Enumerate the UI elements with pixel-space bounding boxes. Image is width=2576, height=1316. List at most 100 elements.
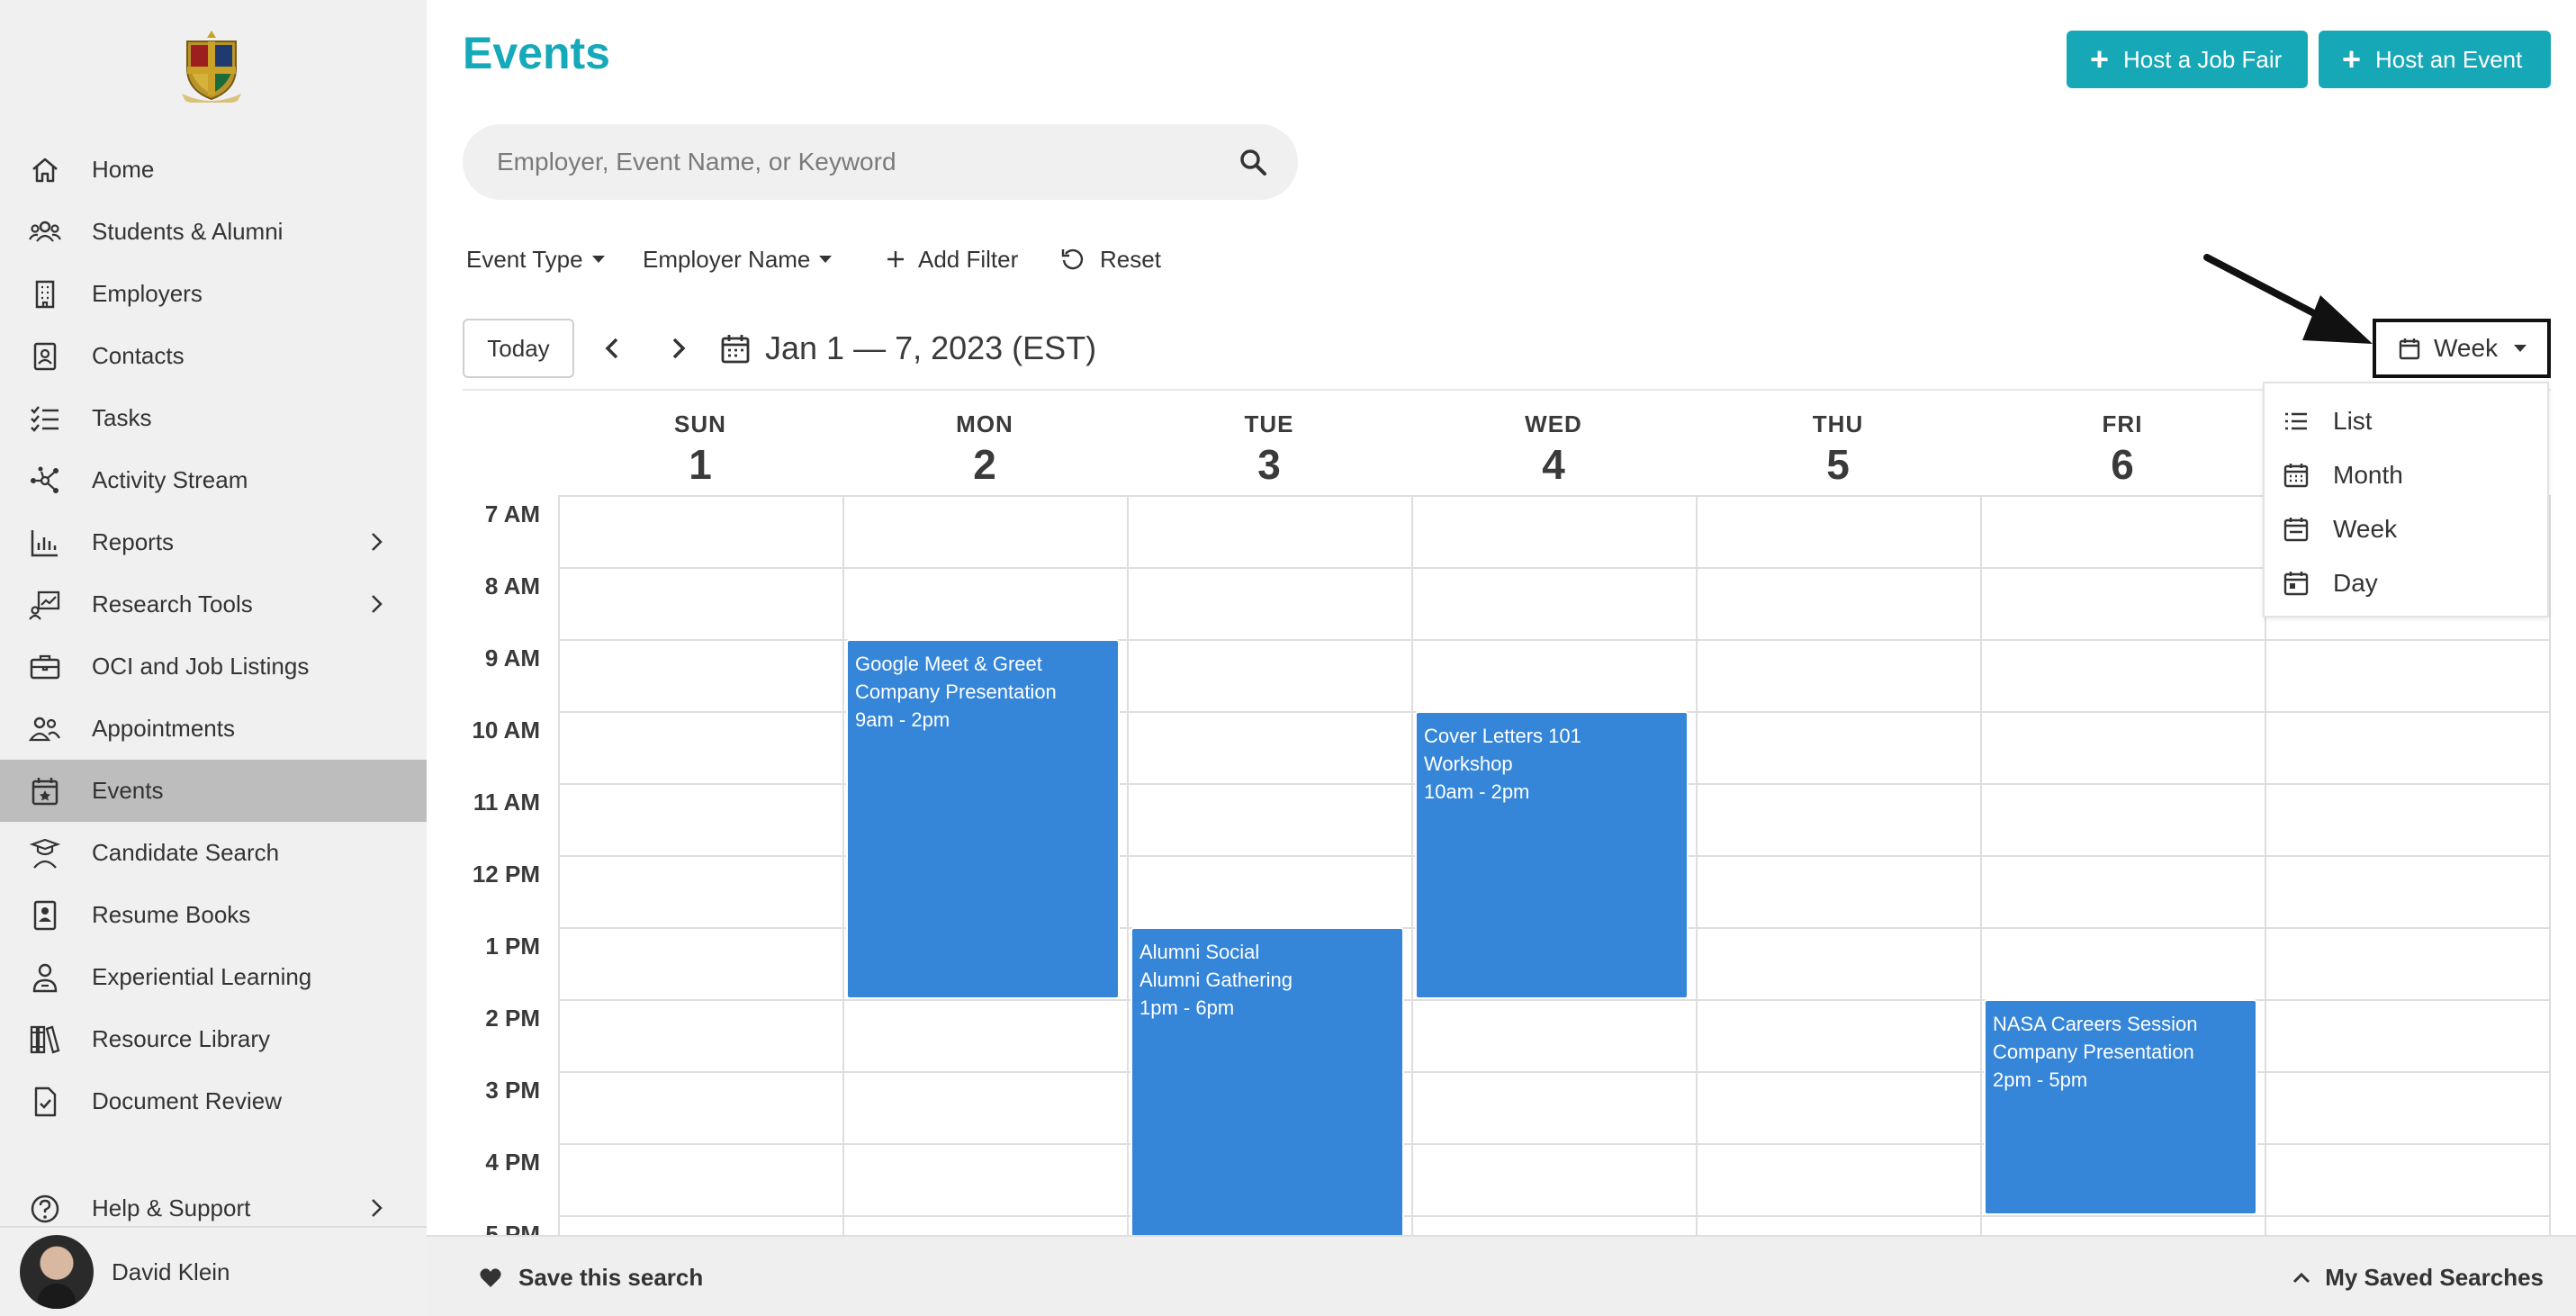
previous-week-button[interactable] — [598, 333, 628, 364]
sidebar-item-label: Experiential Learning — [92, 963, 312, 990]
calendar-event[interactable]: Cover Letters 101 Workshop 10am - 2pm — [1415, 711, 1689, 999]
contact-card-icon — [27, 338, 63, 374]
sidebar-item-label: OCI and Job Listings — [92, 653, 310, 680]
host-event-label: Host an Event — [2375, 45, 2523, 73]
view-select[interactable]: Week — [2373, 319, 2551, 378]
help-circle-icon — [27, 1191, 63, 1227]
date-range-label: Jan 1 — 7, 2023 (EST) — [765, 329, 1097, 366]
sidebar-item-resource-library[interactable]: Resource Library — [0, 1008, 427, 1070]
search-box — [463, 124, 1298, 200]
books-icon — [27, 1022, 63, 1058]
time-label: 3 PM — [485, 1077, 540, 1104]
event-type-filter[interactable]: Event Type — [466, 241, 605, 277]
save-search-button[interactable]: Save this search — [479, 1264, 703, 1292]
sidebar-item-events[interactable]: Events — [0, 760, 427, 822]
sidebar-item-tasks[interactable]: Tasks — [0, 387, 427, 449]
day-header: THU 5 — [1696, 410, 1980, 489]
sidebar-item-label: Resume Books — [92, 901, 251, 928]
time-label: 5 PM — [485, 1221, 540, 1235]
sidebar-item-contacts[interactable]: Contacts — [0, 325, 427, 387]
briefcase-icon — [27, 649, 63, 685]
search-icon[interactable] — [1238, 148, 1267, 176]
sidebar-item-document-review[interactable]: Document Review — [0, 1070, 427, 1132]
document-check-icon — [27, 1084, 63, 1120]
view-option-month[interactable]: Month — [2265, 448, 2547, 502]
event-time: 1pm - 6pm — [1139, 996, 1235, 1019]
view-option-week[interactable]: Week — [2265, 502, 2547, 556]
research-chart-icon — [27, 587, 63, 623]
view-option-day[interactable]: Day — [2265, 556, 2547, 610]
sidebar-item-research-tools[interactable]: Research Tools — [0, 573, 427, 635]
day-date: 5 — [1826, 441, 1850, 488]
day-header: FRI 6 — [1980, 410, 2265, 489]
view-option-list[interactable]: List — [2265, 394, 2547, 448]
sidebar-item-label: Events — [92, 777, 164, 804]
time-label: 2 PM — [485, 1005, 540, 1032]
calendar-icon — [2399, 338, 2420, 360]
sidebar-item-label: Appointments — [92, 715, 235, 742]
sidebar-item-oci-job-listings[interactable]: OCI and Job Listings — [0, 635, 427, 698]
sidebar-item-employers[interactable]: Employers — [0, 263, 427, 325]
sidebar-item-label: Research Tools — [92, 590, 253, 617]
calendar-icon — [721, 335, 750, 364]
calendar-week-icon — [2283, 518, 2309, 542]
calendar-event[interactable]: Alumni Social Alumni Gathering 1pm - 6pm — [1130, 927, 1404, 1235]
sidebar-item-appointments[interactable]: Appointments — [0, 698, 427, 760]
view-option-label: List — [2333, 407, 2373, 435]
calendar-divider — [463, 389, 2551, 391]
sidebar-item-label: Home — [92, 156, 155, 183]
time-label: 12 PM — [472, 861, 540, 888]
my-saved-searches-button[interactable]: My Saved Searches — [2291, 1264, 2544, 1292]
help-row: Help & Support — [0, 1177, 427, 1226]
sidebar-item-help-support[interactable]: Help & Support — [0, 1172, 427, 1226]
sidebar-nav: Home Students & Alumni Employers Contact… — [0, 139, 427, 1132]
search-input[interactable] — [497, 124, 1217, 200]
sidebar-item-label: Contacts — [92, 342, 185, 369]
resume-icon — [27, 897, 63, 933]
sidebar-item-students-alumni[interactable]: Students & Alumni — [0, 201, 427, 263]
time-label: 4 PM — [485, 1149, 540, 1176]
day-gridline — [1980, 495, 1982, 1235]
calendar-event[interactable]: NASA Careers Session Company Presentation… — [1984, 999, 2257, 1215]
calendar-month-icon — [2283, 464, 2309, 488]
school-crest-logo[interactable] — [180, 27, 243, 106]
sidebar-item-home[interactable]: Home — [0, 139, 427, 201]
day-gridline — [1127, 495, 1129, 1235]
day-date: 1 — [689, 441, 712, 488]
view-option-label: Day — [2333, 569, 2378, 597]
sidebar-item-label: Students & Alumni — [92, 218, 284, 245]
sidebar-item-candidate-search[interactable]: Candidate Search — [0, 822, 427, 884]
host-event-button[interactable]: + Host an Event — [2319, 31, 2551, 88]
host-job-fair-button[interactable]: + Host a Job Fair — [2067, 31, 2308, 88]
network-icon — [27, 463, 63, 499]
calendar-event[interactable]: Google Meet & Greet Company Presentation 9… — [846, 639, 1120, 999]
event-type: Company Presentation — [1993, 1041, 2194, 1063]
reset-button[interactable]: Reset — [1060, 241, 1161, 277]
day-date: 4 — [1542, 441, 1565, 488]
saved-search-footer: Save this search My Saved Searches — [427, 1235, 2576, 1316]
sidebar-item-reports[interactable]: Reports — [0, 511, 427, 573]
user-name: David Klein — [112, 1257, 230, 1285]
date-range-picker[interactable]: Jan 1 — 7, 2023 (EST) — [720, 326, 1096, 371]
time-label: 1 PM — [485, 933, 540, 960]
plus-icon: + — [2090, 41, 2110, 77]
sidebar-item-label: Document Review — [92, 1087, 282, 1114]
day-gridline — [1411, 495, 1413, 1235]
caret-down-icon — [591, 256, 605, 263]
user-profile[interactable]: David Klein — [0, 1226, 427, 1316]
avatar — [20, 1235, 94, 1309]
event-time: 2pm - 5pm — [1993, 1068, 2088, 1091]
sidebar-item-label: Activity Stream — [92, 466, 248, 493]
today-button[interactable]: Today — [463, 319, 574, 378]
employer-name-filter[interactable]: Employer Name — [643, 241, 833, 277]
sidebar-item-label: Employers — [92, 280, 203, 307]
time-label: 9 AM — [484, 644, 540, 672]
day-name: MON — [956, 410, 1013, 437]
next-week-button[interactable] — [662, 333, 693, 364]
add-filter-button[interactable]: Add Filter — [886, 241, 1018, 277]
sidebar-item-activity-stream[interactable]: Activity Stream — [0, 449, 427, 511]
sidebar-item-resume-books[interactable]: Resume Books — [0, 884, 427, 946]
sidebar-item-experiential-learning[interactable]: Experiential Learning — [0, 946, 427, 1008]
page-title: Events — [463, 28, 610, 78]
sidebar-item-label: Resource Library — [92, 1025, 270, 1052]
